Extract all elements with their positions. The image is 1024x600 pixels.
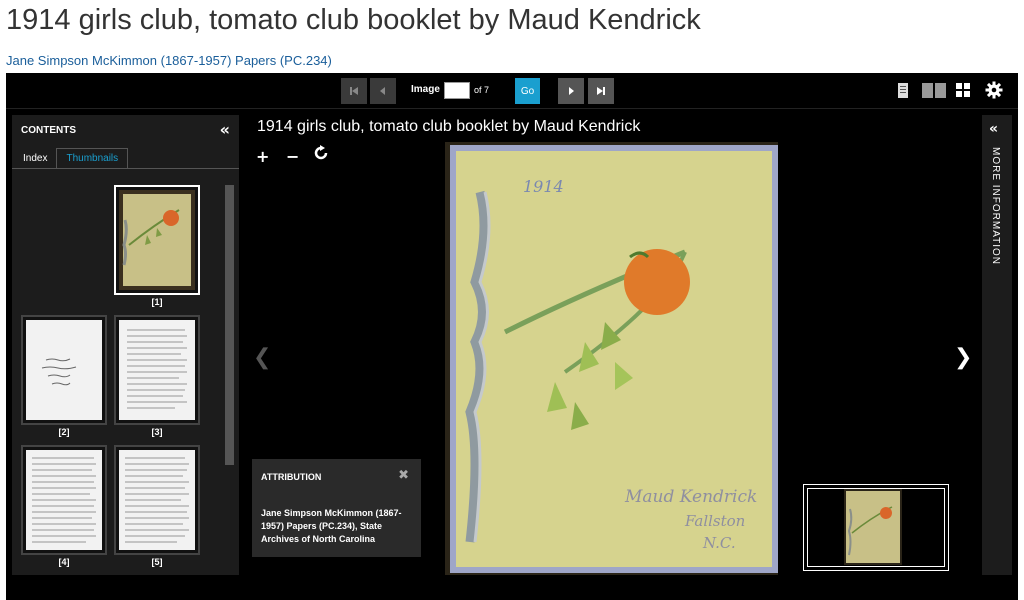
thumbnail-label: [4] <box>58 557 70 567</box>
thumbnail-frame <box>114 185 200 295</box>
svg-text:N.C.: N.C. <box>702 534 736 552</box>
thumbnail-label: [2] <box>58 427 70 437</box>
last-page-button[interactable] <box>588 78 614 104</box>
thumbnail-grid: [1] [2] [3] [4] [5] <box>12 185 222 575</box>
thumbnail-frame <box>114 445 200 555</box>
thumbnail-item[interactable]: [1] <box>114 185 200 307</box>
two-page-icon[interactable] <box>922 83 946 98</box>
attribution-text: Jane Simpson McKimmon (1867-1957) Papers… <box>261 508 402 544</box>
rotate-icon <box>314 145 328 160</box>
thumbnail-scrollbar[interactable] <box>225 185 234 465</box>
thumbnail-image <box>26 450 102 550</box>
thumbnail-frame <box>21 445 107 555</box>
skip-first-icon <box>350 87 358 95</box>
svg-text:Fallston: Fallston <box>684 512 745 530</box>
tab-index[interactable]: Index <box>14 148 57 168</box>
zoom-in-button[interactable]: + <box>256 147 269 166</box>
viewer-toolbar: Image of 7 Go <box>6 73 1018 109</box>
thumbnail-label: [5] <box>151 557 163 567</box>
more-information-panel: « MORE INFORMATION <box>982 115 1012 575</box>
double-chevron-left-icon[interactable]: « <box>220 120 230 139</box>
thumbnail-frame <box>114 315 200 425</box>
tabs-divider <box>12 168 239 169</box>
grid-group <box>956 83 971 98</box>
next-page-button[interactable] <box>558 78 584 104</box>
settings-group <box>985 81 1003 99</box>
thumbnail-item[interactable]: [5] <box>114 445 200 567</box>
next-icon <box>569 87 574 95</box>
thumbnail-item[interactable]: [4] <box>21 445 107 567</box>
thumbnail-image <box>26 320 102 420</box>
attribution-box: ATTRIBUTION ✖ Jane Simpson McKimmon (186… <box>252 459 421 557</box>
thumbnail-item[interactable]: [2] <box>21 315 107 437</box>
thumbnail-frame <box>21 315 107 425</box>
go-button[interactable]: Go <box>515 78 540 104</box>
chevron-left-icon[interactable]: ❮ <box>253 345 271 370</box>
tab-thumbnails[interactable]: Thumbnails <box>56 148 129 168</box>
single-page-icon[interactable] <box>898 83 908 98</box>
thumbnail-image <box>119 190 195 290</box>
image-number-input[interactable] <box>444 82 470 99</box>
skip-last-icon <box>597 87 605 95</box>
prev-page-button[interactable] <box>370 78 396 104</box>
rotate-button[interactable] <box>313 145 329 165</box>
zoom-out-button[interactable]: − <box>286 147 299 166</box>
prev-icon <box>380 87 385 95</box>
thumbnail-label: [1] <box>151 297 163 307</box>
viewer-title: 1914 girls club, tomato club booklet by … <box>257 118 641 135</box>
contents-sidebar: CONTENTS « Index Thumbnails [1] [2] [3] … <box>12 115 239 575</box>
svg-text:1914: 1914 <box>523 177 564 196</box>
chevron-right-icon[interactable]: ❯ <box>954 345 972 370</box>
sidebar-heading: CONTENTS <box>21 125 76 136</box>
navigator-minimap[interactable] <box>803 484 949 571</box>
navigator-viewport[interactable] <box>807 488 945 567</box>
image-label: Image <box>411 84 440 95</box>
booklet-cover-image: 1914 Maud Kendrick Fallston N.C. <box>445 142 778 575</box>
thumbnail-image <box>119 450 195 550</box>
image-count: of 7 <box>474 85 490 95</box>
thumbnail-label: [3] <box>151 427 163 437</box>
sidebar-tabs: Index Thumbnails <box>14 148 129 168</box>
collection-link[interactable]: Jane Simpson McKimmon (1867-1957) Papers… <box>6 53 332 68</box>
view-mode-group <box>898 83 908 98</box>
page-title: 1914 girls club, tomato club booklet by … <box>6 4 701 36</box>
double-chevron-left-icon[interactable]: « <box>989 121 998 137</box>
first-page-button[interactable] <box>341 78 367 104</box>
thumbnail-image <box>119 320 195 420</box>
image-viewer: Image of 7 Go CONTENTS « Index Thumbnail… <box>6 73 1018 600</box>
attribution-heading: ATTRIBUTION <box>261 472 322 482</box>
more-information-label[interactable]: MORE INFORMATION <box>990 147 1001 265</box>
grid-view-icon[interactable] <box>956 83 971 98</box>
two-page-group <box>922 83 946 98</box>
gear-icon[interactable] <box>985 81 1003 99</box>
thumbnail-item[interactable]: [3] <box>114 315 200 437</box>
svg-text:Maud Kendrick: Maud Kendrick <box>624 487 757 507</box>
close-icon[interactable]: ✖ <box>398 468 409 483</box>
